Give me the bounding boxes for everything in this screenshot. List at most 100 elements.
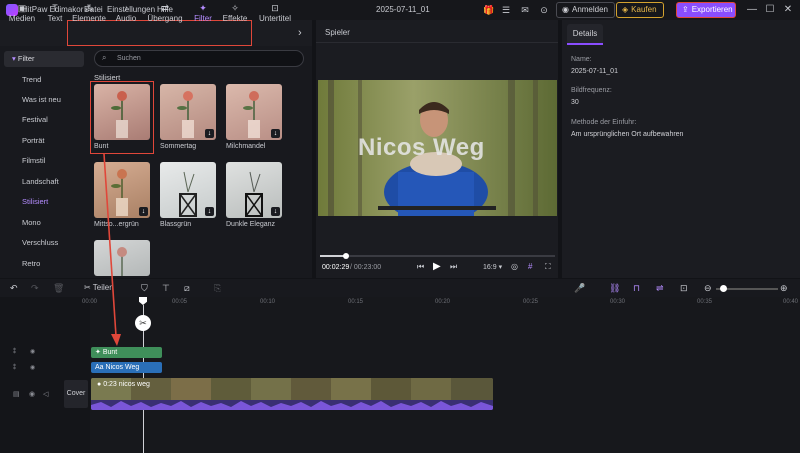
category-mono[interactable]: Mono xyxy=(0,213,86,233)
crop-icon[interactable]: ⧄ xyxy=(184,283,190,294)
aspect-ratio-select[interactable]: 16:9 ▾ xyxy=(483,263,502,271)
ruler-label-25: 00:25 xyxy=(523,299,539,305)
minimize-icon[interactable]: — xyxy=(745,3,759,17)
player-title: Spieler xyxy=(325,28,350,37)
tab-elemente[interactable]: ⁂ Elemente xyxy=(70,3,108,25)
download-icon[interactable]: ↓ xyxy=(205,129,214,138)
ruler-label-40: 00:40 xyxy=(783,299,799,305)
marker-icon[interactable]: ⛉ xyxy=(141,283,148,294)
next-frame-icon[interactable]: ⏭ xyxy=(450,262,457,272)
export-button[interactable]: ⇪ Exportieren xyxy=(676,2,736,18)
maximize-icon[interactable]: ☐ xyxy=(763,3,777,17)
total-time: 00:23:00 xyxy=(353,264,382,271)
prev-frame-icon[interactable]: ⏮ xyxy=(417,262,424,272)
split-scissors-icon[interactable]: ✂ xyxy=(135,315,151,331)
mic-icon[interactable]: 🎤 xyxy=(574,283,585,294)
eye-icon[interactable]: ◉ xyxy=(30,364,35,371)
zoom-out-icon[interactable]: ⊖ xyxy=(704,283,712,294)
chat-icon[interactable]: ☰ xyxy=(500,4,512,16)
undo-icon[interactable]: ↶ xyxy=(10,283,18,294)
mute-icon[interactable]: ◁ xyxy=(43,390,48,398)
scissors-icon: ✂ xyxy=(84,283,93,292)
magnet-icon[interactable]: ⊓ xyxy=(633,283,640,294)
tab-filter[interactable]: ✦ Filter xyxy=(190,3,216,25)
freeze-icon[interactable]: ⊤ xyxy=(162,283,170,294)
category-festival[interactable]: Festival xyxy=(0,110,86,130)
safe-area-icon[interactable]: # xyxy=(528,262,532,271)
download-icon[interactable]: ⊙ xyxy=(538,4,550,16)
feedback-icon[interactable]: ✉ xyxy=(519,4,531,16)
progress-handle[interactable] xyxy=(342,253,349,259)
buy-label: Kaufen xyxy=(631,5,657,14)
search-input[interactable]: Suchen xyxy=(94,50,304,67)
video-track-icon: ▤ xyxy=(13,391,20,398)
transition-icon: ⇄ xyxy=(161,3,169,13)
export-label: Exportieren xyxy=(691,5,733,14)
detail-value-framerate: 30 xyxy=(571,99,579,106)
export-icon: ⇪ xyxy=(682,5,689,14)
login-button[interactable]: ◉ Anmelden xyxy=(556,2,616,18)
snap-icon[interactable]: ⇌ xyxy=(656,283,664,294)
link-icon[interactable]: ⛓ xyxy=(609,283,620,294)
eye-icon[interactable]: ◉ xyxy=(29,390,35,398)
player-divider xyxy=(316,42,558,43)
sparkle-icon: ✦ xyxy=(95,349,103,356)
zoom-in-icon[interactable]: ⊕ xyxy=(780,283,788,294)
tab-details[interactable]: Details xyxy=(567,24,603,44)
project-title: 2025-07-11_01 xyxy=(376,5,430,14)
track-headers xyxy=(0,297,90,453)
snapshot-icon[interactable]: ◎ xyxy=(511,262,518,271)
download-icon[interactable]: ↓ xyxy=(205,207,214,216)
download-icon[interactable]: ↓ xyxy=(271,207,280,216)
category-stilisiert[interactable]: Stilisiert xyxy=(0,192,86,212)
cover-button[interactable]: Cover xyxy=(64,380,88,408)
category-header[interactable]: ▾ Filter xyxy=(4,51,84,67)
progress-track[interactable] xyxy=(320,255,555,257)
category-trend[interactable]: Trend xyxy=(0,70,86,90)
download-icon[interactable]: ↓ xyxy=(271,129,280,138)
category-landschaft[interactable]: Landschaft xyxy=(0,172,86,192)
tab-uebergang[interactable]: ⇄ Übergang xyxy=(144,3,186,25)
current-time: 00:02:29 xyxy=(322,264,350,271)
category-filmstil[interactable]: Filmstil xyxy=(0,151,86,171)
download-icon[interactable]: ↓ xyxy=(139,207,148,216)
play-icon[interactable]: ▶ xyxy=(433,261,441,272)
ruler-label-20: 00:20 xyxy=(435,299,451,305)
fullscreen-icon[interactable]: ⛶ xyxy=(545,262,551,272)
ruler-label-5: 00:05 xyxy=(172,299,188,305)
tab-medien[interactable]: ▣ Medien xyxy=(4,3,40,25)
export-clip-icon[interactable]: ⎘ xyxy=(214,283,221,294)
category-portraet[interactable]: Porträt xyxy=(0,131,86,151)
category-was-ist-neu[interactable]: Was ist neu xyxy=(0,90,86,110)
zoom-handle[interactable] xyxy=(720,285,727,292)
chevron-right-icon[interactable]: › xyxy=(298,27,302,39)
elements-icon: ⁂ xyxy=(84,3,94,13)
detail-label-name: Name: xyxy=(571,56,592,63)
tab-text[interactable]: T Text xyxy=(42,3,68,25)
ruler-label-10: 00:10 xyxy=(260,299,276,305)
filter-label-sommertag: Sommertag xyxy=(160,143,197,150)
close-icon[interactable]: ✕ xyxy=(781,3,795,17)
filter-label-blassgruen: Blassgrün xyxy=(160,221,192,228)
video-filmstrip xyxy=(91,378,493,410)
delete-icon[interactable]: 🗑 xyxy=(53,283,64,294)
tab-audio[interactable]: ♪ Audio xyxy=(112,3,140,25)
annotation-arrow-filter xyxy=(103,153,121,346)
caption-icon[interactable]: ⊡ xyxy=(680,283,688,294)
category-retro[interactable]: Retro xyxy=(0,254,86,274)
tab-untertitel[interactable]: ⊡ Untertitel xyxy=(256,3,294,25)
buy-button[interactable]: ◈ Kaufen xyxy=(616,2,664,18)
audio-icon: ♪ xyxy=(123,3,129,13)
detail-label-framerate: Bildfrequenz: xyxy=(571,87,612,94)
video-overlay-text: Nicos Weg xyxy=(358,134,485,161)
cart-icon: ◈ xyxy=(622,5,629,14)
video-clip-label: ● 0:23 nicos weg xyxy=(97,381,150,388)
category-verschluss[interactable]: Verschluss xyxy=(0,233,86,253)
gift-icon[interactable]: 🎁 xyxy=(483,4,495,16)
video-clip[interactable] xyxy=(91,378,493,410)
detail-value-import: Am ursprünglichen Ort aufbewahren xyxy=(571,131,684,138)
tab-effekte[interactable]: ✧ Effekte xyxy=(220,3,250,25)
redo-icon[interactable]: ↷ xyxy=(31,283,39,294)
text-clip[interactable]: Aa Nicos Weg xyxy=(91,362,162,373)
eye-icon[interactable]: ◉ xyxy=(30,348,35,355)
